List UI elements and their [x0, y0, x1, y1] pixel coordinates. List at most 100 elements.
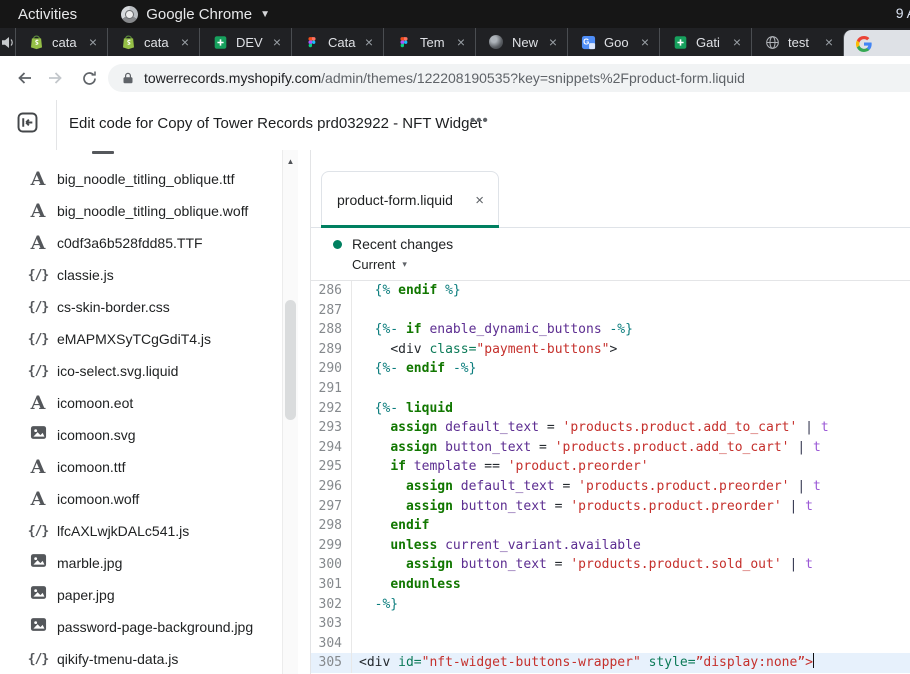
code-token: 'product.preorder' [508, 459, 649, 474]
tab-close-button[interactable]: × [729, 35, 745, 49]
code-line-296[interactable]: 296 assign default_text = 'products.prod… [311, 477, 910, 497]
file-name: ico-select.svg.liquid [57, 363, 178, 379]
code-line-297[interactable]: 297 assign button_text = 'products.produ… [311, 497, 910, 517]
code-token [445, 361, 453, 376]
line-number: 289 [311, 340, 352, 360]
code-token [359, 342, 390, 357]
code-area[interactable]: 286 {% endif %}287288 {%- if enable_dyna… [311, 281, 910, 674]
code-line-293[interactable]: 293 assign default_text = 'products.prod… [311, 418, 910, 438]
browser-tab[interactable]: New × [475, 28, 567, 56]
forward-button[interactable] [40, 63, 70, 93]
sphere-favicon [488, 34, 504, 50]
code-token: id= [398, 655, 421, 670]
recent-changes-label: Recent changes [352, 236, 453, 252]
address-bar[interactable]: towerrecords.myshopify.com/admin/themes/… [108, 64, 910, 92]
code-token [805, 479, 813, 494]
app-menu-button[interactable]: Google Chrome ▼ [121, 6, 270, 23]
tab-close-button[interactable]: × [821, 35, 837, 49]
code-token [805, 440, 813, 455]
code-line-288[interactable]: 288 {%- if enable_dynamic_buttons -%} [311, 320, 910, 340]
file-item-cs-skin-border.css[interactable]: {/} cs-skin-border.css [0, 291, 280, 323]
file-name: icomoon.ttf [57, 459, 125, 475]
file-name: icomoon.woff [57, 491, 139, 507]
image-file-icon [30, 616, 47, 633]
code-line-294[interactable]: 294 assign button_text = 'products.produ… [311, 438, 910, 458]
code-line-304[interactable]: 304 [311, 634, 910, 654]
file-item-big_noodle_titling_oblique.woff[interactable]: A big_noodle_titling_oblique.woff [0, 195, 280, 227]
code-line-305[interactable]: 305<div id="nft-widget-buttons-wrapper" … [311, 653, 910, 673]
code-line-289[interactable]: 289 <div class="payment-buttons"> [311, 340, 910, 360]
code-line-291[interactable]: 291 [311, 379, 910, 399]
scroll-up-button[interactable]: ▲ [283, 154, 298, 168]
font-file-icon: A [31, 200, 46, 222]
code-line-290[interactable]: 290 {%- endif -%} [311, 359, 910, 379]
code-token [782, 557, 790, 572]
exit-code-editor-button[interactable] [16, 111, 40, 135]
file-item-icomoon.eot[interactable]: A icomoon.eot [0, 387, 280, 419]
tab-close-button[interactable]: × [269, 35, 285, 49]
editor-tab-product-form[interactable]: product-form.liquid × [321, 171, 499, 228]
file-item-c0df3a6b528fdd85.TTF[interactable]: A c0df3a6b528fdd85.TTF [0, 227, 280, 259]
editor-tab-close-button[interactable]: × [475, 192, 484, 209]
file-item-marble.jpg[interactable]: marble.jpg [0, 547, 280, 579]
asset-file-list: A big_noodle_titling_oblique.ttf A big_n… [0, 163, 280, 674]
page-title: Edit code for Copy of Tower Records prd0… [69, 115, 482, 132]
reload-button[interactable] [74, 63, 104, 93]
tab-close-button[interactable]: × [637, 35, 653, 49]
file-item-classie.js[interactable]: {/} classie.js [0, 259, 280, 291]
sidebar-scrollbar[interactable]: ▲ [282, 150, 298, 674]
file-item-ico-select.svg.liquid[interactable]: {/} ico-select.svg.liquid [0, 355, 280, 387]
code-line-298[interactable]: 298 endif [311, 516, 910, 536]
browser-tab[interactable]: Tem × [383, 28, 475, 56]
code-line-302[interactable]: 302 -%} [311, 595, 910, 615]
code-line-287[interactable]: 287 [311, 301, 910, 321]
code-token: if [390, 459, 406, 474]
globe-favicon [764, 34, 780, 50]
activities-button[interactable]: Activities [12, 4, 83, 25]
version-dropdown[interactable]: Current ▾ [352, 257, 407, 272]
code-token: <div [390, 342, 421, 357]
clock[interactable]: 9 A [896, 5, 910, 21]
code-line-295[interactable]: 295 if template == 'product.preorder' [311, 457, 910, 477]
file-item-paper.jpg[interactable]: paper.jpg [0, 579, 280, 611]
file-item-qikify-tmenu-data.js[interactable]: {/} qikify-tmenu-data.js [0, 643, 280, 674]
code-line-300[interactable]: 300 assign button_text = 'products.produ… [311, 555, 910, 575]
back-button[interactable] [10, 63, 40, 93]
file-item-icomoon.woff[interactable]: A icomoon.woff [0, 483, 280, 515]
code-line-286[interactable]: 286 {% endif %} [311, 281, 910, 301]
file-item-icomoon.svg[interactable]: icomoon.svg [0, 419, 280, 451]
more-actions-button[interactable]: ••• [466, 110, 493, 131]
scrollbar-thumb[interactable] [285, 300, 296, 420]
file-name: qikify-tmenu-data.js [57, 651, 178, 667]
code-token: 'products.product.preorder' [578, 479, 789, 494]
code-token: t [813, 440, 821, 455]
browser-tab[interactable]: Cata × [291, 28, 383, 56]
browser-tab-active[interactable] [843, 30, 910, 56]
code-line-292[interactable]: 292 {%- liquid [311, 399, 910, 419]
code-lines: 286 {% endif %}287288 {%- if enable_dyna… [311, 281, 910, 673]
code-token [453, 499, 461, 514]
chrome-app-icon [121, 6, 138, 23]
browser-tab[interactable]: Gati × [659, 28, 751, 56]
code-line-301[interactable]: 301 endunless [311, 575, 910, 595]
browser-tab[interactable]: test × [751, 28, 843, 56]
code-line-303[interactable]: 303 [311, 614, 910, 634]
browser-tab[interactable]: DEV × [199, 28, 291, 56]
file-item-eMAPMXSyTCgGdiT4.js[interactable]: {/} eMAPMXSyTCgGdiT4.js [0, 323, 280, 355]
code-file-icon: {/} [28, 268, 48, 283]
tab-close-button[interactable]: × [453, 35, 469, 49]
browser-tab[interactable]: cata × [15, 28, 107, 56]
tab-close-button[interactable]: × [177, 35, 193, 49]
tab-close-button[interactable]: × [361, 35, 377, 49]
file-item-icomoon.ttf[interactable]: A icomoon.ttf [0, 451, 280, 483]
tab-close-button[interactable]: × [545, 35, 561, 49]
tab-close-button[interactable]: × [85, 35, 101, 49]
browser-tab[interactable]: G Goo × [567, 28, 659, 56]
media-speaker-icon[interactable] [0, 28, 15, 56]
file-item-password-page-background.jpg[interactable]: password-page-background.jpg [0, 611, 280, 643]
file-item-big_noodle_titling_oblique.ttf[interactable]: A big_noodle_titling_oblique.ttf [0, 163, 280, 195]
code-token [641, 655, 649, 670]
file-item-lfcAXLwjkDALc541.js[interactable]: {/} lfcAXLwjkDALc541.js [0, 515, 280, 547]
browser-tab[interactable]: cata × [107, 28, 199, 56]
code-line-299[interactable]: 299 unless current_variant.available [311, 536, 910, 556]
